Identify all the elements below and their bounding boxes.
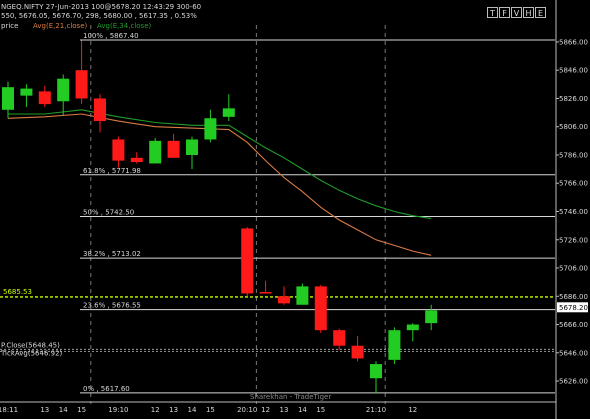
candle-body-4 [75, 70, 88, 99]
x-tick-label-2: 14 [59, 406, 68, 414]
x-tick-label-1: 13 [40, 406, 49, 414]
y-tick-label-8: 5706.00 [559, 265, 588, 273]
y-tick-label-7: 5726.00 [559, 236, 588, 244]
candle-body-18 [333, 330, 346, 346]
candle-body-16 [296, 286, 309, 305]
fib-label-3: 38.2% , 5713.02 [83, 250, 141, 258]
fib-label-2: 50% , 5742.50 [83, 208, 134, 216]
window-button-f[interactable]: F [499, 7, 510, 18]
x-tick-label-8: 15 [206, 406, 215, 414]
y-tick-label-12: 5626.00 [559, 378, 588, 386]
x-tick-label-10: 12 [261, 406, 270, 414]
candle-body-2 [38, 91, 51, 105]
y-tick-label-10: 5666.00 [559, 321, 588, 329]
x-tick-label-9: 20:10 [237, 406, 257, 414]
candle-body-13 [241, 228, 254, 294]
y-tick-label-9: 5686.00 [559, 293, 588, 301]
legend-price: price [1, 22, 18, 30]
x-tick-label-11: 13 [280, 406, 289, 414]
y-tick-label-5: 5766.00 [559, 180, 588, 188]
price-line-label: 5685.53 [3, 288, 32, 296]
candle-body-10 [186, 139, 198, 155]
x-tick-label-0: 18:11 [0, 406, 18, 414]
y-tick-label-1: 5846.00 [559, 67, 588, 75]
candlestick-chart: 100% , 5867.40 61.8% , 5771.98 50% , 5742.… [0, 0, 590, 419]
candle-body-12 [222, 108, 235, 117]
ref-label-1: TickAvg(5646.92) [0, 349, 63, 357]
y-tick-label-2: 5826.00 [559, 95, 588, 103]
candle-body-22 [406, 324, 419, 331]
x-tick-label-3: 15 [77, 406, 86, 414]
x-tick-label-4: 19:10 [108, 406, 128, 414]
candle-body-17 [314, 286, 327, 331]
candle-body-1 [20, 88, 33, 96]
fib-label-5: 0% , 5617.60 [83, 385, 130, 393]
y-tick-label-0: 5866.00 [559, 38, 588, 46]
fib-label-0: 100% , 5867.40 [83, 32, 139, 40]
ref-label-0: P.Close(5648.45) [1, 341, 60, 349]
candle-body-20 [370, 364, 382, 379]
y-tick-label-11: 5646.00 [559, 349, 588, 357]
watermark: Sharekhan - TradeTiger [250, 393, 331, 401]
header-line-2: 550, 5676.05, 5676.70, 298, 5680.00 , 56… [1, 12, 197, 20]
candle-body-8 [149, 140, 162, 164]
x-tick-label-15: 12 [408, 406, 417, 414]
candle-16 [296, 283, 309, 305]
candle-body-3 [57, 78, 70, 102]
candle-8 [149, 138, 162, 164]
last-price-label: 5678.20 [559, 304, 588, 312]
x-tick-label-7: 14 [188, 406, 197, 414]
y-tick-label-3: 5806.00 [559, 123, 588, 131]
candle-17 [314, 284, 327, 334]
legend-ema34: Avg(E,34,close) [97, 22, 152, 30]
candle-body-23 [425, 310, 438, 324]
window-buttons: TFVHE [487, 7, 546, 18]
candle-body-0 [2, 87, 14, 110]
y-tick-label-4: 5786.00 [559, 151, 588, 159]
candle-body-14 [259, 292, 272, 294]
candle-21 [388, 327, 401, 365]
x-tick-label-12: 14 [298, 406, 307, 414]
window-button-h[interactable]: H [523, 7, 534, 18]
y-tick-label-6: 5746.00 [559, 208, 588, 216]
window-button-e[interactable]: E [535, 7, 546, 18]
x-tick-label-5: 12 [151, 406, 160, 414]
fib-label-1: 61.8% , 5771.98 [83, 167, 141, 175]
legend-ema21: Avg(E,21,close) [33, 22, 88, 30]
candle-body-21 [388, 330, 401, 360]
x-tick-label-13: 15 [316, 406, 325, 414]
fib-label-4: 23.6% , 5676.55 [83, 302, 141, 310]
candle-body-11 [204, 118, 217, 140]
x-tick-label-6: 13 [169, 406, 178, 414]
candle-body-6 [112, 139, 125, 161]
window-button-t[interactable]: T [487, 7, 498, 18]
candle-body-19 [351, 345, 364, 359]
window-button-v[interactable]: V [511, 7, 522, 18]
header-line-1: NGEQ.NIFTY 27-Jun-2013 100@5678.20 12:43… [1, 3, 201, 11]
candle-body-9 [167, 140, 180, 158]
candle-body-5 [94, 98, 106, 122]
candle-body-15 [278, 296, 290, 304]
candle-body-7 [130, 157, 143, 163]
candle-13 [241, 227, 254, 297]
x-tick-label-14: 21:10 [366, 406, 386, 414]
